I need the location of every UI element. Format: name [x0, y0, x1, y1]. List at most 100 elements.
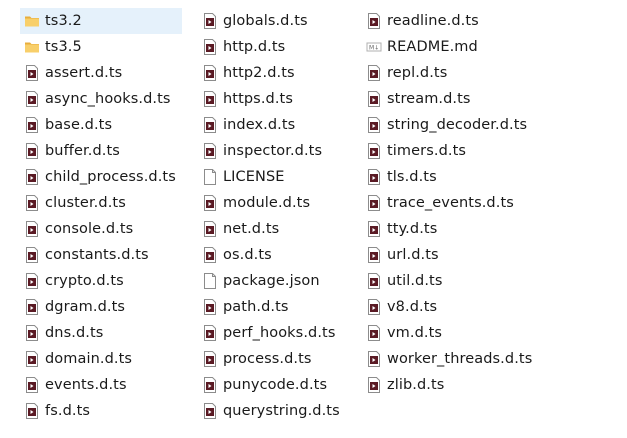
file-item[interactable]: inspector.d.ts	[198, 138, 346, 164]
blank-file-icon	[202, 169, 218, 185]
file-name-label: ts3.2	[45, 13, 82, 29]
file-name-label: perf_hooks.d.ts	[223, 325, 336, 341]
typescript-file-icon	[202, 403, 218, 419]
file-name-label: worker_threads.d.ts	[387, 351, 533, 367]
file-item[interactable]: child_process.d.ts	[20, 164, 182, 190]
file-item[interactable]: v8.d.ts	[362, 294, 538, 320]
file-item[interactable]: repl.d.ts	[362, 60, 538, 86]
file-item[interactable]: readline.d.ts	[362, 8, 538, 34]
typescript-file-icon	[202, 299, 218, 315]
file-item[interactable]: path.d.ts	[198, 294, 346, 320]
typescript-file-icon	[24, 247, 40, 263]
file-item[interactable]: ts3.5	[20, 34, 182, 60]
typescript-file-icon	[202, 39, 218, 55]
file-item[interactable]: net.d.ts	[198, 216, 346, 242]
file-name-label: os.d.ts	[223, 247, 272, 263]
file-item[interactable]: LICENSE	[198, 164, 346, 190]
file-item[interactable]: domain.d.ts	[20, 346, 182, 372]
typescript-file-icon	[366, 65, 382, 81]
file-item[interactable]: tls.d.ts	[362, 164, 538, 190]
typescript-file-icon	[202, 143, 218, 159]
file-item[interactable]: timers.d.ts	[362, 138, 538, 164]
file-name-label: buffer.d.ts	[45, 143, 120, 159]
file-name-label: domain.d.ts	[45, 351, 133, 367]
file-item[interactable]: punycode.d.ts	[198, 372, 346, 398]
file-item[interactable]: ts3.2	[20, 8, 182, 34]
file-item[interactable]: os.d.ts	[198, 242, 346, 268]
file-name-label: assert.d.ts	[45, 65, 123, 81]
file-item[interactable]: http2.d.ts	[198, 60, 346, 86]
file-item[interactable]: buffer.d.ts	[20, 138, 182, 164]
typescript-file-icon	[202, 65, 218, 81]
file-item[interactable]: M↓ README.md	[362, 34, 538, 60]
typescript-file-icon	[202, 351, 218, 367]
file-item[interactable]: fs.d.ts	[20, 398, 182, 424]
typescript-file-icon	[202, 221, 218, 237]
file-name-label: inspector.d.ts	[223, 143, 323, 159]
file-name-label: package.json	[223, 273, 320, 289]
typescript-file-icon	[24, 91, 40, 107]
file-name-label: async_hooks.d.ts	[45, 91, 171, 107]
file-name-label: LICENSE	[223, 169, 285, 185]
typescript-file-icon	[366, 143, 382, 159]
file-name-label: v8.d.ts	[387, 299, 438, 315]
file-item[interactable]: http.d.ts	[198, 34, 346, 60]
file-name-label: globals.d.ts	[223, 13, 308, 29]
typescript-file-icon	[202, 325, 218, 341]
file-item[interactable]: process.d.ts	[198, 346, 346, 372]
file-name-label: punycode.d.ts	[223, 377, 328, 393]
file-name-label: trace_events.d.ts	[387, 195, 514, 211]
file-name-label: tty.d.ts	[387, 221, 438, 237]
file-name-label: base.d.ts	[45, 117, 113, 133]
file-item[interactable]: dns.d.ts	[20, 320, 182, 346]
file-item[interactable]: dgram.d.ts	[20, 294, 182, 320]
file-item[interactable]: util.d.ts	[362, 268, 538, 294]
file-item[interactable]: stream.d.ts	[362, 86, 538, 112]
file-item[interactable]: constants.d.ts	[20, 242, 182, 268]
typescript-file-icon	[366, 325, 382, 341]
file-name-label: path.d.ts	[223, 299, 289, 315]
typescript-file-icon	[24, 377, 40, 393]
folder-icon	[24, 13, 40, 29]
file-column-3: readline.d.ts M↓ README.md repl.d.ts str…	[362, 8, 538, 398]
file-list-view: ts3.2 ts3.5 assert.d.ts async_hooks.d.ts…	[0, 0, 627, 438]
file-item[interactable]: vm.d.ts	[362, 320, 538, 346]
file-item[interactable]: package.json	[198, 268, 346, 294]
file-item[interactable]: zlib.d.ts	[362, 372, 538, 398]
file-name-label: fs.d.ts	[45, 403, 91, 419]
file-item[interactable]: string_decoder.d.ts	[362, 112, 538, 138]
file-name-label: dgram.d.ts	[45, 299, 126, 315]
file-item[interactable]: url.d.ts	[362, 242, 538, 268]
file-name-label: http.d.ts	[223, 39, 286, 55]
file-item[interactable]: events.d.ts	[20, 372, 182, 398]
typescript-file-icon	[366, 273, 382, 289]
file-item[interactable]: trace_events.d.ts	[362, 190, 538, 216]
file-item[interactable]: querystring.d.ts	[198, 398, 346, 424]
file-item[interactable]: console.d.ts	[20, 216, 182, 242]
file-item[interactable]: https.d.ts	[198, 86, 346, 112]
file-name-label: stream.d.ts	[387, 91, 471, 107]
typescript-file-icon	[202, 377, 218, 393]
file-name-label: http2.d.ts	[223, 65, 295, 81]
file-item[interactable]: assert.d.ts	[20, 60, 182, 86]
typescript-file-icon	[24, 143, 40, 159]
file-name-label: net.d.ts	[223, 221, 280, 237]
file-item[interactable]: base.d.ts	[20, 112, 182, 138]
file-item[interactable]: perf_hooks.d.ts	[198, 320, 346, 346]
file-item[interactable]: cluster.d.ts	[20, 190, 182, 216]
file-item[interactable]: tty.d.ts	[362, 216, 538, 242]
file-item[interactable]: globals.d.ts	[198, 8, 346, 34]
file-name-label: string_decoder.d.ts	[387, 117, 528, 133]
file-item[interactable]: module.d.ts	[198, 190, 346, 216]
typescript-file-icon	[24, 221, 40, 237]
file-name-label: crypto.d.ts	[45, 273, 124, 289]
file-item[interactable]: crypto.d.ts	[20, 268, 182, 294]
file-item[interactable]: worker_threads.d.ts	[362, 346, 538, 372]
file-name-label: vm.d.ts	[387, 325, 443, 341]
file-item[interactable]: index.d.ts	[198, 112, 346, 138]
file-name-label: events.d.ts	[45, 377, 127, 393]
file-name-label: index.d.ts	[223, 117, 296, 133]
typescript-file-icon	[202, 91, 218, 107]
file-name-label: cluster.d.ts	[45, 195, 126, 211]
file-item[interactable]: async_hooks.d.ts	[20, 86, 182, 112]
